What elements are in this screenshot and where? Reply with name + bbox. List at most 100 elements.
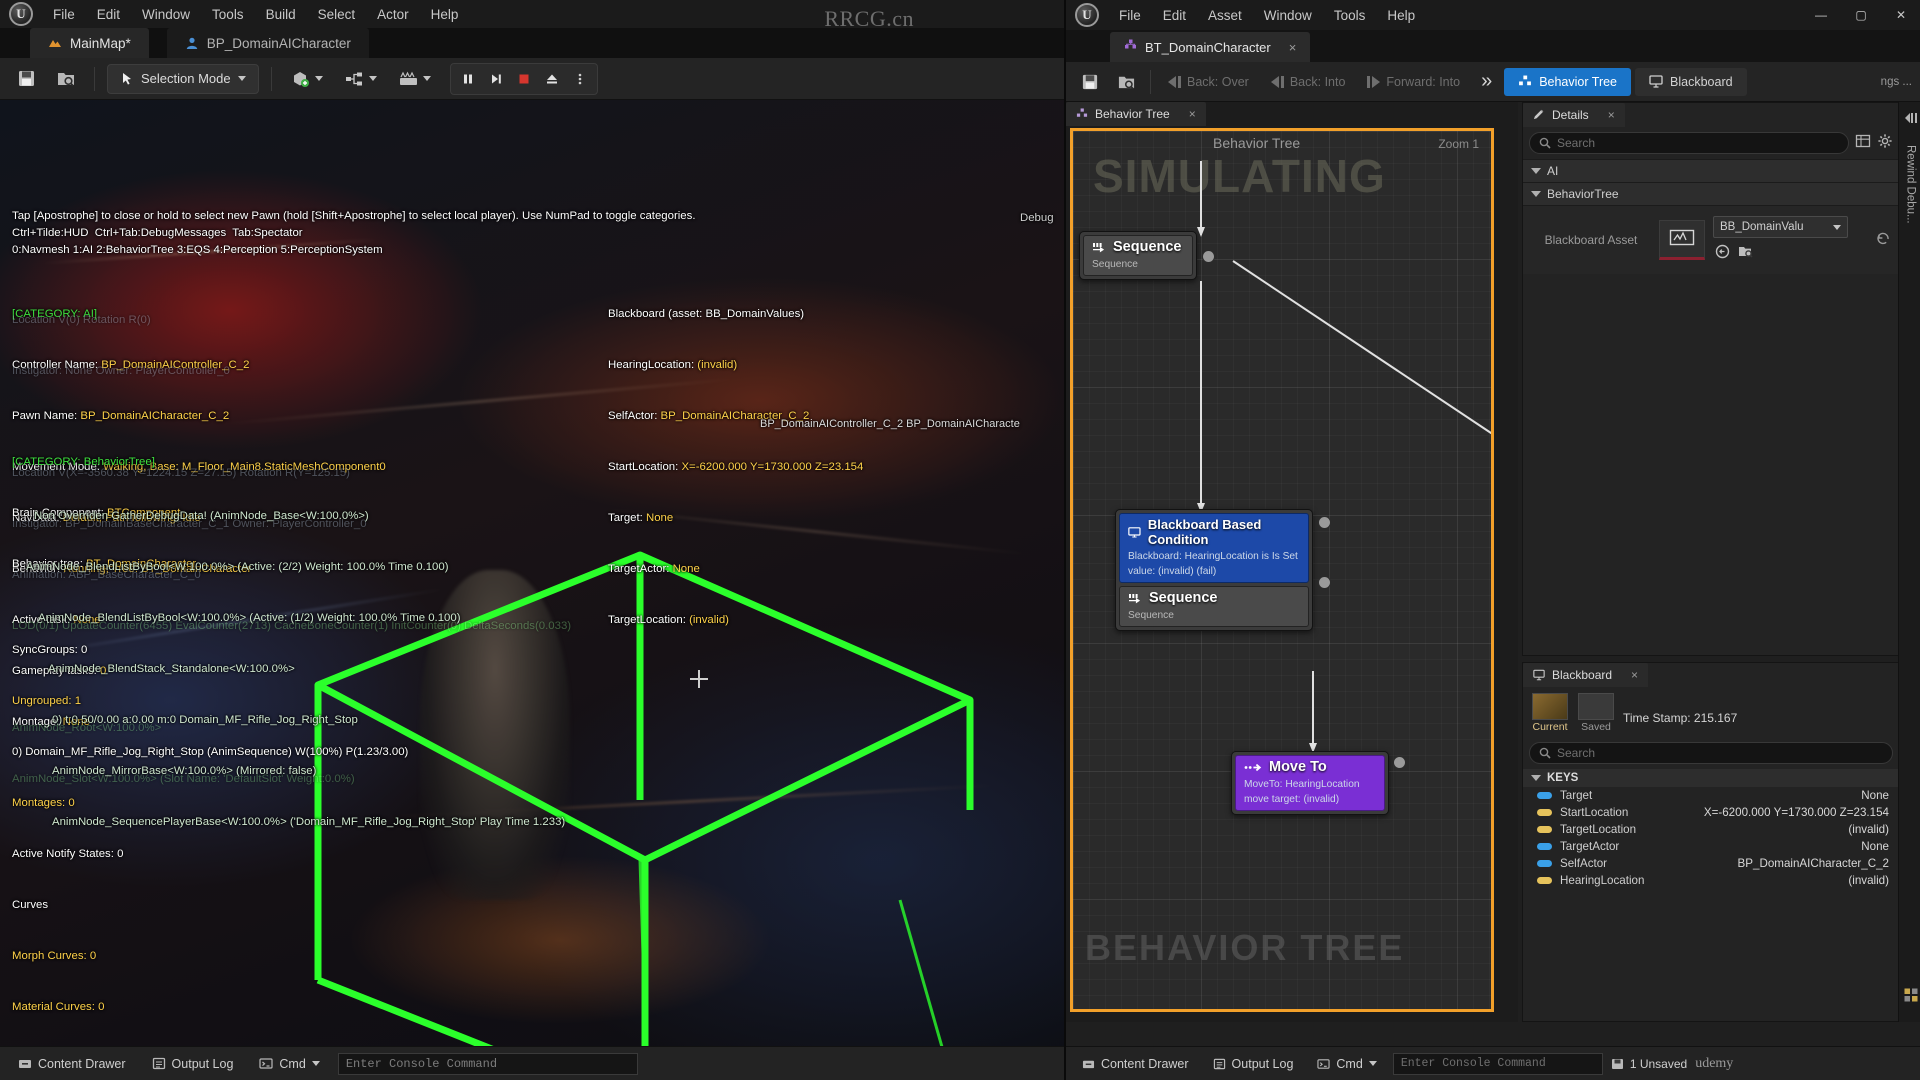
behavior-tree-canvas[interactable]: Behavior Tree Zoom 1 SIMULATING BEHAVIOR… [1070, 128, 1494, 1012]
eject-icon[interactable] [539, 66, 565, 92]
menu-tools[interactable]: Tools [201, 4, 255, 25]
node-sequence-root[interactable]: Sequence Sequence [1079, 231, 1215, 280]
blackboard-tile-current[interactable]: Current [1531, 693, 1569, 733]
mode-blackboard-button[interactable]: Blackboard [1635, 67, 1747, 96]
menu-edit[interactable]: Edit [86, 4, 131, 25]
reset-to-default-icon[interactable] [1876, 230, 1891, 250]
selection-mode-button[interactable]: Selection Mode [107, 63, 259, 94]
forward-into-button[interactable]: Forward: Into [1358, 70, 1469, 94]
menu-help[interactable]: Help [420, 4, 470, 25]
blackboard-key-row[interactable]: TargetActor None [1523, 838, 1899, 855]
blackboard-key-row[interactable]: StartLocation X=-6200.000 Y=1730.000 Z=2… [1523, 804, 1899, 821]
blackboard-asset-thumb[interactable] [1659, 220, 1705, 260]
tab-mainmap[interactable]: MainMap* [30, 28, 149, 58]
tab-details[interactable]: Details × [1523, 103, 1625, 127]
settings-icon[interactable] [1877, 133, 1893, 154]
cinematics-button[interactable] [392, 64, 438, 94]
blueprints-button[interactable] [338, 64, 384, 94]
content-drawer-button[interactable]: Content Drawer [10, 1053, 134, 1075]
more-options-icon[interactable] [567, 66, 593, 92]
menu-window[interactable]: Window [131, 4, 201, 25]
blackboard-key-row[interactable]: SelfActor BP_DomainAICharacter_C_2 [1523, 855, 1899, 872]
mode-behavior-tree-button[interactable]: Behavior Tree [1504, 67, 1632, 96]
close-icon[interactable]: × [1608, 108, 1615, 122]
menu-file[interactable]: File [42, 4, 86, 25]
blackboard-key-row[interactable]: Target None [1523, 787, 1899, 804]
back-over-button[interactable]: Back: Over [1159, 70, 1258, 94]
details-category-ai[interactable]: AI [1523, 159, 1899, 182]
stop-icon[interactable] [511, 66, 537, 92]
blackboard-asset-combo[interactable]: BB_DomainValu [1713, 216, 1848, 238]
bt-cmd-button[interactable]: Cmd [1309, 1053, 1384, 1075]
bt-content-drawer-label: Content Drawer [1101, 1056, 1189, 1071]
browse-content-icon[interactable] [50, 64, 82, 94]
grid-view-icon[interactable] [1855, 133, 1871, 154]
bt-tabbar: BT_DomainCharacter × [1066, 30, 1920, 62]
node-output-pin[interactable] [1202, 250, 1215, 263]
tab-bp-domainaicharacter[interactable]: BP_DomainAICharacter [166, 28, 369, 58]
blackboard-search-input[interactable]: Search [1529, 742, 1893, 764]
bt-menu-tools[interactable]: Tools [1323, 5, 1377, 26]
unsaved-indicator[interactable]: 1 Unsaved [1611, 1057, 1687, 1071]
tab-behavior-tree-graph[interactable]: Behavior Tree × [1066, 102, 1206, 126]
menu-actor[interactable]: Actor [366, 4, 420, 25]
unsaved-icon [1611, 1058, 1623, 1069]
behavior-tree-editor-window: U File Edit Asset Window Tools Help — ▢ … [1064, 0, 1920, 1080]
node-sequence-child[interactable]: Sequence Sequence [1119, 586, 1309, 627]
details-search-input[interactable]: Search [1529, 132, 1849, 154]
maximize-button[interactable]: ▢ [1842, 2, 1880, 28]
frame-advance-icon[interactable] [483, 66, 509, 92]
decorator-pin-top[interactable] [1318, 516, 1331, 529]
world-partition-icon[interactable] [1903, 987, 1919, 1008]
bt-save-icon[interactable] [1074, 67, 1106, 97]
vtab-rewind-debugger[interactable]: Rewind Debu... [1905, 145, 1917, 224]
tab-bt-domaincharacter[interactable]: BT_DomainCharacter × [1110, 32, 1311, 62]
save-icon[interactable] [10, 64, 42, 94]
minimize-button[interactable]: — [1802, 2, 1840, 28]
node-blackboard-condition[interactable]: Blackboard Based Condition Blackboard: H… [1115, 509, 1331, 631]
bt-menu-help[interactable]: Help [1376, 5, 1426, 26]
bt-menu-file[interactable]: File [1108, 5, 1152, 26]
decorator-blackboard-based-condition[interactable]: Blackboard Based Condition Blackboard: H… [1119, 513, 1309, 583]
bb-overlay-row-5: TargetLocation: (invalid) [608, 614, 729, 626]
pause-icon[interactable] [455, 66, 481, 92]
rewind-debugger-icon[interactable] [1903, 110, 1919, 131]
decorator-pin-bottom[interactable] [1318, 576, 1331, 589]
toolbar-overflow-button[interactable]: » [1473, 70, 1500, 93]
blackboard-keys-header[interactable]: KEYS [1523, 769, 1899, 787]
tab-blackboard[interactable]: Blackboard × [1523, 663, 1649, 687]
bt-menu-edit[interactable]: Edit [1152, 5, 1197, 26]
close-icon[interactable]: × [1289, 40, 1297, 55]
blackboard-tile-current-label: Current [1532, 721, 1568, 733]
blackboard-key-row[interactable]: TargetLocation (invalid) [1523, 821, 1899, 838]
chevron-down-icon [422, 76, 431, 81]
details-category-behaviortree[interactable]: BehaviorTree [1523, 182, 1899, 205]
close-icon[interactable]: × [1631, 668, 1638, 682]
cmd-button[interactable]: Cmd [251, 1053, 327, 1075]
bt-menu-asset[interactable]: Asset [1197, 5, 1253, 26]
bt-browse-content-icon[interactable] [1110, 67, 1142, 97]
bt-menu-window[interactable]: Window [1253, 5, 1323, 26]
blackboard-tile-saved[interactable]: Saved [1577, 693, 1615, 733]
help-line-2: Ctrl+Tilde:HUD Ctrl+Tab:DebugMessages Ta… [12, 227, 303, 239]
level-viewport[interactable]: Tap [Apostrophe] to close or hold to sel… [0, 100, 1064, 1080]
settings-tab-label[interactable]: ngs ... [1881, 76, 1912, 88]
close-icon[interactable]: × [1189, 107, 1196, 121]
bt-editor-body: Behavior Tree × Behavior Tree Zoom 1 SIM… [1066, 102, 1920, 1050]
blackboard-key-row[interactable]: HearingLocation (invalid) [1523, 872, 1899, 889]
node-move-to-pin[interactable] [1393, 756, 1406, 769]
use-selected-icon[interactable] [1738, 244, 1754, 264]
menu-select[interactable]: Select [307, 4, 367, 25]
back-into-button[interactable]: Back: Into [1262, 70, 1355, 94]
close-button[interactable]: ✕ [1882, 2, 1920, 28]
browse-icon[interactable] [1715, 244, 1730, 264]
bt-content-drawer-button[interactable]: Content Drawer [1074, 1053, 1197, 1075]
bt-console-command-input[interactable]: Enter Console Command [1392, 1052, 1603, 1075]
node-move-to[interactable]: Move To MoveTo: HearingLocation move tar… [1231, 751, 1406, 815]
console-command-input[interactable]: Enter Console Command [337, 1052, 638, 1075]
decorator-title: Blackboard Based Condition [1147, 517, 1262, 547]
output-log-button[interactable]: Output Log [144, 1053, 242, 1075]
menu-build[interactable]: Build [255, 4, 307, 25]
create-actor-button[interactable] [284, 64, 330, 94]
bt-output-log-button[interactable]: Output Log [1205, 1053, 1302, 1075]
